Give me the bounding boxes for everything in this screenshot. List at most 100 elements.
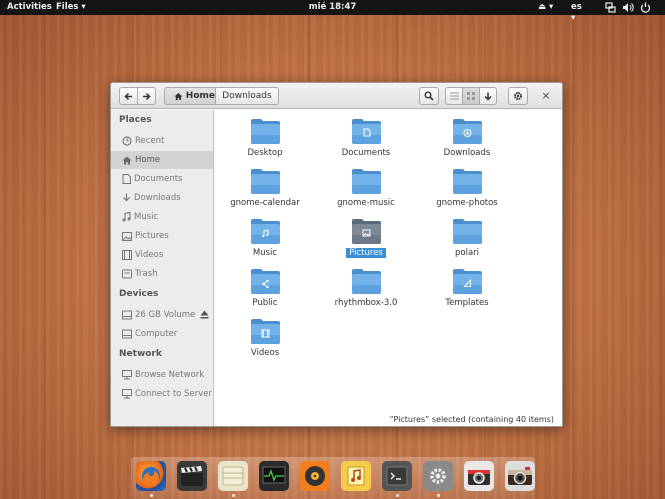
view-options-button[interactable] <box>479 87 497 105</box>
dock-firefox[interactable] <box>136 461 166 491</box>
drive-icon <box>122 310 132 320</box>
sidebar-item-home[interactable]: Home <box>111 151 213 169</box>
network-icon <box>122 370 132 380</box>
volume-icon[interactable] <box>622 2 634 13</box>
folder-label: Desktop <box>247 148 283 158</box>
folder-item[interactable]: Public <box>220 268 310 316</box>
breadcrumb-home[interactable]: Home <box>164 87 216 105</box>
dock-settings[interactable] <box>423 461 453 491</box>
folder-item[interactable]: gnome-photos <box>422 168 512 216</box>
back-button[interactable] <box>119 87 138 105</box>
arrow-down-icon <box>484 92 492 101</box>
breadcrumb-downloads[interactable]: Downloads <box>215 87 279 105</box>
folder-label: polari <box>454 248 480 258</box>
sidebar-item-label: Browse Network <box>135 370 205 380</box>
sidebar-item-label: Music <box>134 212 159 222</box>
grid-view-button[interactable] <box>462 87 480 105</box>
running-indicator <box>396 494 399 497</box>
sidebar-item-label: Connect to Server <box>135 389 212 399</box>
sidebar-item-downloads[interactable]: Downloads <box>111 189 213 207</box>
power-icon[interactable] <box>640 2 651 13</box>
sidebar-item-videos[interactable]: Videos <box>111 246 213 264</box>
folder-item[interactable]: Desktop <box>220 118 310 166</box>
sidebar-item-connect-server[interactable]: Connect to Server <box>111 385 213 403</box>
folder-item[interactable]: polari <box>422 218 512 266</box>
folder-icon <box>352 119 381 144</box>
home-icon <box>122 156 132 164</box>
dock-photos[interactable] <box>505 461 535 491</box>
folder-icon <box>453 219 482 244</box>
dock-audio-tag[interactable] <box>341 461 371 491</box>
clock-icon <box>122 136 132 146</box>
sidebar-item-browse-network[interactable]: Browse Network <box>111 366 213 384</box>
folder-icon <box>251 269 280 294</box>
folder-item[interactable]: Downloads <box>422 118 512 166</box>
sidebar-item-label: Home <box>135 155 161 165</box>
dock <box>131 457 535 499</box>
terminal-icon <box>386 466 408 486</box>
folder-label: gnome-calendar <box>230 198 300 208</box>
header-bar: Home Downloads × <box>111 83 562 109</box>
video-icon <box>122 250 132 260</box>
running-indicator <box>437 494 440 497</box>
network-header: Network <box>119 349 162 359</box>
folder-grid: Desktop Documents Downloads gnome-calendar g… <box>215 110 562 426</box>
clock[interactable]: mié 18:47 <box>0 2 665 13</box>
search-button[interactable] <box>419 87 439 105</box>
eject-menu[interactable]: ⏏ ▾ <box>538 2 554 13</box>
folder-icon <box>251 169 280 194</box>
folder-item[interactable]: Videos <box>220 318 310 366</box>
network-icon[interactable] <box>605 2 616 13</box>
close-button[interactable]: × <box>539 89 553 103</box>
places-header: Places <box>119 115 152 125</box>
keyboard-language[interactable]: es ▾ <box>571 2 589 23</box>
folder-icon <box>352 269 381 294</box>
firefox-icon <box>142 467 160 486</box>
dock-video-editor[interactable] <box>177 461 207 491</box>
dock-system-monitor[interactable] <box>259 461 289 491</box>
list-view-button[interactable] <box>445 87 463 105</box>
server-icon <box>122 389 132 399</box>
folder-icon <box>453 119 482 144</box>
grid-icon <box>467 92 475 100</box>
folder-label: rhythmbox-3.0 <box>334 298 398 308</box>
sidebar-item-trash[interactable]: Trash <box>111 265 213 283</box>
folder-item[interactable]: Documents <box>321 118 411 166</box>
top-panel: Activities Files ▾ mié 18:47 ⏏ ▾ es ▾ <box>0 0 665 23</box>
dock-camera[interactable] <box>464 461 494 491</box>
files-icon <box>222 466 244 486</box>
folder-label: Downloads <box>443 148 491 158</box>
music-note-icon <box>347 466 365 486</box>
sidebar-item-documents[interactable]: Documents <box>111 170 213 188</box>
sidebar-item-label: Trash <box>135 269 158 279</box>
sidebar-item-label: 26 GB Volume <box>135 310 196 320</box>
dock-music-player[interactable] <box>300 461 330 491</box>
sidebar-item-recent[interactable]: Recent <box>111 132 213 150</box>
sidebar-item-computer[interactable]: Computer <box>111 325 213 343</box>
folder-item[interactable]: Pictures <box>321 218 411 266</box>
music-icon <box>122 212 131 222</box>
photo-camera-icon <box>508 467 532 485</box>
folder-icon <box>352 219 381 244</box>
folder-label: gnome-photos <box>436 198 498 208</box>
dock-files[interactable] <box>218 461 248 491</box>
forward-button[interactable] <box>137 87 156 105</box>
sidebar-item-pictures[interactable]: Pictures <box>111 227 213 245</box>
dock-terminal[interactable] <box>382 461 412 491</box>
status-bar: “Pictures” selected (containing 40 items… <box>389 415 554 424</box>
folder-item[interactable]: gnome-music <box>321 168 411 216</box>
arrow-left-icon <box>124 92 132 100</box>
download-icon <box>123 193 130 202</box>
sidebar-item-volume[interactable]: 26 GB Volume <box>111 306 213 324</box>
camera-icon <box>468 470 490 485</box>
gear-menu-button[interactable] <box>508 87 528 105</box>
home-icon <box>174 92 183 100</box>
folder-item[interactable]: Templates <box>422 268 512 316</box>
trash-icon <box>122 269 132 279</box>
folder-item[interactable]: Music <box>220 218 310 266</box>
folder-item[interactable]: gnome-calendar <box>220 168 310 216</box>
arrow-right-icon <box>143 92 151 100</box>
sidebar-item-music[interactable]: Music <box>111 208 213 226</box>
folder-item[interactable]: rhythmbox-3.0 <box>321 268 411 316</box>
eject-icon[interactable] <box>200 310 209 319</box>
